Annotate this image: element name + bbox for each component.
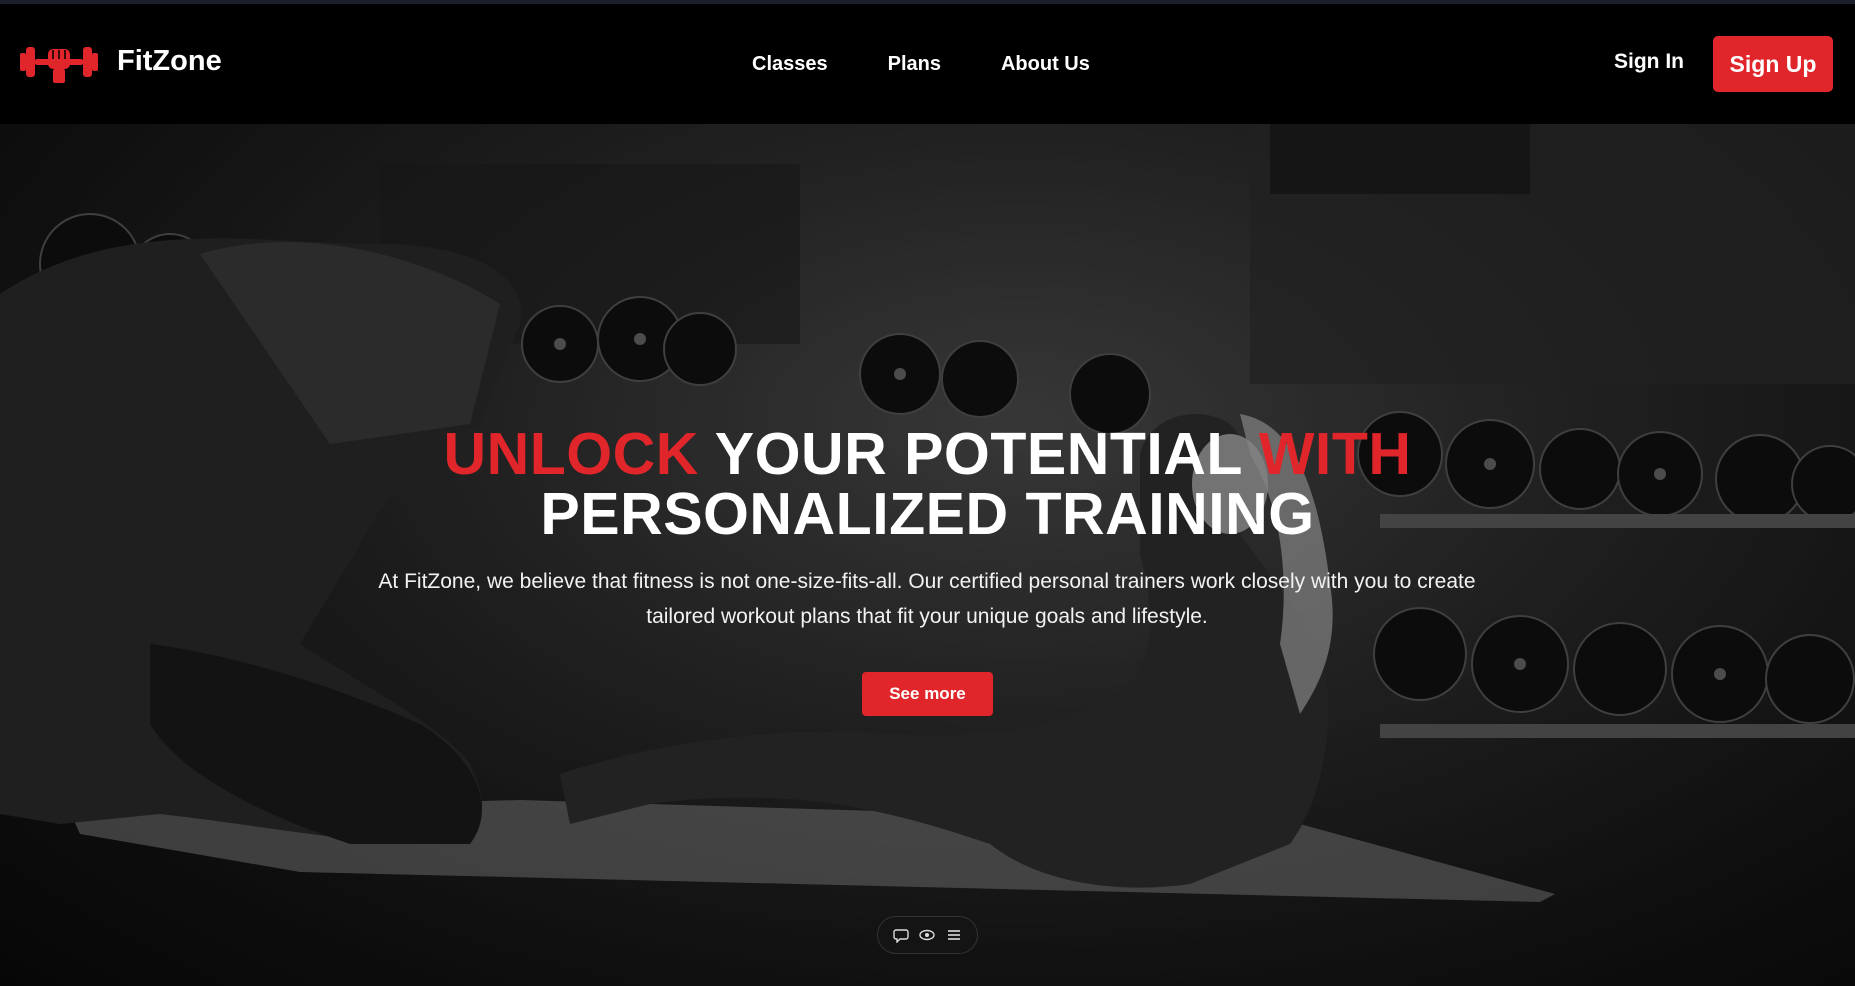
hero-overlay xyxy=(0,124,1855,986)
nav-link-plans[interactable]: Plans xyxy=(888,53,941,76)
chat-icon[interactable] xyxy=(891,925,911,945)
nav-link-classes[interactable]: Classes xyxy=(752,53,828,76)
sign-in-link[interactable]: Sign In xyxy=(1614,50,1684,74)
main-nav: Classes Plans About Us xyxy=(752,53,1090,76)
logo[interactable] xyxy=(20,39,98,85)
eye-icon[interactable] xyxy=(917,925,937,945)
headline-accent-unlock: UNLOCK xyxy=(443,421,699,487)
menu-icon[interactable] xyxy=(944,925,964,945)
headline-accent-with: WITH xyxy=(1258,421,1412,487)
navbar: FitZone Classes Plans About Us Sign In S… xyxy=(0,4,1855,124)
hero-headline: UNLOCK YOUR POTENTIAL WITH PERSONALIZED … xyxy=(0,424,1855,544)
see-more-button[interactable]: See more xyxy=(862,672,993,716)
dumbbell-fist-logo-icon xyxy=(20,47,98,83)
brand-name[interactable]: FitZone xyxy=(117,45,222,78)
headline-your-potential: YOUR POTENTIAL xyxy=(714,421,1242,487)
sign-up-button[interactable]: Sign Up xyxy=(1713,36,1833,92)
hero-description: At FitZone, we believe that fitness is n… xyxy=(378,570,1476,628)
headline-line-2: PERSONALIZED TRAINING xyxy=(540,481,1315,547)
hero-section: UNLOCK YOUR POTENTIAL WITH PERSONALIZED … xyxy=(0,124,1855,986)
nav-link-about-us[interactable]: About Us xyxy=(1001,53,1090,76)
floating-toolbar xyxy=(877,916,978,954)
